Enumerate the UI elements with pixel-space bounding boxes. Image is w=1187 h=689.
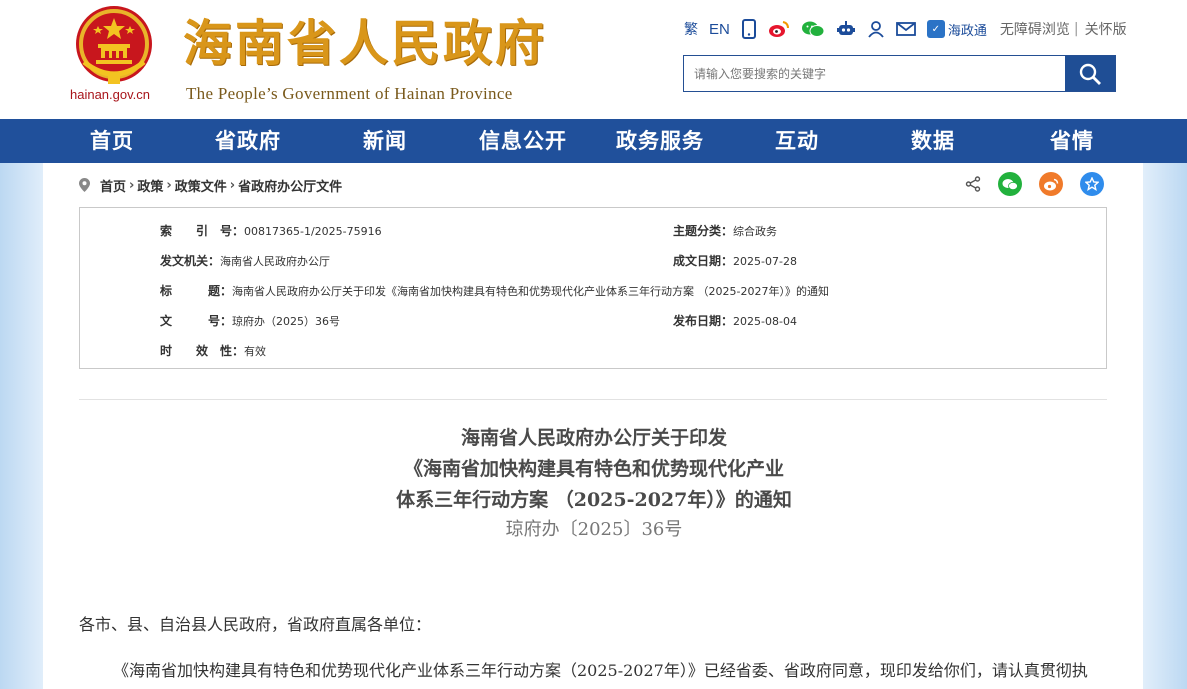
search-button[interactable]	[1065, 56, 1115, 91]
accessible-browse-link[interactable]: 无障碍浏览	[1000, 19, 1070, 39]
location-pin-icon	[79, 178, 90, 192]
weibo-icon[interactable]	[768, 20, 790, 38]
meta-title-label: 标 题：	[160, 284, 233, 298]
nav-province-overview[interactable]: 省情	[1050, 119, 1094, 163]
traditional-chinese-link[interactable]: 繁	[684, 19, 698, 39]
meta-docno-value: 琼府办（2025）36号	[232, 315, 341, 328]
meta-created-row: 成文日期：2025-07-28	[673, 252, 797, 269]
meta-published-label: 发布日期：	[673, 314, 734, 328]
nav-interaction[interactable]: 互动	[775, 119, 819, 163]
weibo-share-icon[interactable]	[1039, 172, 1063, 196]
meta-published-row: 发布日期：2025-08-04	[673, 312, 797, 329]
site-subtitle: The People’s Government of Hainan Provin…	[186, 84, 513, 103]
robot-icon[interactable]	[836, 20, 856, 38]
document-metadata: 索 引 号：00817365-1/2025-75916 主题分类：综合政务 发文…	[79, 207, 1107, 369]
site-domain: hainan.gov.cn	[70, 87, 150, 102]
document-title-line-1: 海南省人民政府办公厅关于印发	[460, 427, 727, 449]
breadcrumb-home[interactable]: 首页	[100, 176, 126, 195]
star-icon[interactable]	[1080, 172, 1104, 196]
breadcrumb-separator: ›	[166, 177, 172, 193]
meta-published-value: 2025-08-04	[733, 315, 797, 328]
hainantong-link[interactable]: ✓ 海政通	[926, 20, 987, 39]
content-divider	[79, 399, 1107, 400]
nav-news[interactable]: 新闻	[363, 119, 407, 163]
share-icon[interactable]	[965, 176, 981, 192]
document-number: 琼府办〔2025〕36号	[505, 519, 683, 540]
breadcrumb: 首页 › 政策 › 政策文件 › 省政府办公厅文件	[79, 176, 342, 195]
mail-icon[interactable]	[895, 21, 916, 37]
wechat-icon[interactable]	[801, 20, 825, 38]
nav-data[interactable]: 数据	[911, 119, 955, 163]
meta-validity-row: 时 效 性：有效	[160, 342, 266, 359]
search-input[interactable]	[684, 56, 1065, 91]
breadcrumb-policy-documents[interactable]: 政策文件	[175, 176, 227, 195]
meta-created-value: 2025-07-28	[733, 255, 797, 268]
breadcrumb-policy[interactable]: 政策	[137, 176, 163, 195]
meta-title-value: 海南省人民政府办公厅关于印发《海南省加快构建具有特色和优势现代化产业体系三年行动…	[232, 285, 829, 298]
site-header: hainan.gov.cn 海南省人民政府 The People’s Gover…	[0, 0, 1187, 119]
hainantong-icon: ✓	[926, 20, 945, 38]
document-title-line-2: 《海南省加快构建具有特色和优势现代化产业	[403, 458, 784, 480]
meta-index-value: 00817365-1/2025-75916	[244, 225, 382, 238]
meta-category-row: 主题分类：综合政务	[673, 222, 777, 239]
document-salutation: 各市、县、自治县人民政府，省政府直属各单位：	[79, 615, 432, 634]
meta-title-row: 标 题：海南省人民政府办公厅关于印发《海南省加快构建具有特色和优势现代化产业体系…	[160, 282, 829, 299]
top-links: 繁 EN ✓ 海政通 无障碍浏览 | 关怀版	[684, 18, 1127, 40]
nav-home[interactable]: 首页	[90, 119, 134, 163]
document-body-paragraph: 《海南省加快构建具有特色和优势现代化产业体系三年行动方案（2025-2027年）…	[113, 661, 1088, 680]
meta-issuer-label: 发文机关：	[160, 254, 221, 268]
search-bar	[683, 55, 1116, 92]
mobile-icon[interactable]	[741, 19, 757, 39]
nav-information-disclosure[interactable]: 信息公开	[479, 119, 567, 163]
meta-issuer-value: 海南省人民政府办公厅	[220, 255, 331, 268]
emblem-icon[interactable]	[70, 4, 158, 88]
wechat-share-icon[interactable]	[998, 172, 1022, 196]
meta-docno-label: 文 号：	[160, 314, 233, 328]
meta-validity-value: 有效	[244, 345, 267, 358]
hainantong-label: 海政通	[947, 23, 987, 39]
english-link[interactable]: EN	[709, 21, 730, 38]
share-bar	[965, 172, 1104, 196]
search-icon	[1079, 63, 1101, 85]
nav-provincial-government[interactable]: 省政府	[215, 119, 281, 163]
meta-created-label: 成文日期：	[673, 254, 734, 268]
meta-index-row: 索 引 号：00817365-1/2025-75916	[160, 222, 382, 239]
document-title-line-3: 体系三年行动方案 （2025-2027年）》的通知	[396, 489, 792, 511]
meta-category-label: 主题分类：	[673, 224, 734, 238]
elder-mode-link[interactable]: 关怀版	[1085, 19, 1127, 39]
site-title[interactable]: 海南省人民政府	[183, 14, 547, 74]
user-icon[interactable]	[867, 20, 885, 38]
meta-validity-label: 时 效 性：	[160, 344, 245, 358]
breadcrumb-office-documents[interactable]: 省政府办公厅文件	[238, 176, 342, 195]
meta-issuer-row: 发文机关：海南省人民政府办公厅	[160, 252, 330, 269]
breadcrumb-separator: ›	[129, 177, 135, 193]
main-nav: 首页 省政府 新闻 信息公开 政务服务 互动 数据 省情	[0, 119, 1187, 163]
breadcrumb-separator: ›	[229, 177, 236, 193]
link-divider: |	[1073, 21, 1079, 37]
meta-category-value: 综合政务	[733, 225, 778, 238]
meta-index-label: 索 引 号：	[160, 224, 245, 238]
nav-government-services[interactable]: 政务服务	[616, 119, 704, 163]
meta-docno-row: 文 号：琼府办（2025）36号	[160, 312, 340, 329]
